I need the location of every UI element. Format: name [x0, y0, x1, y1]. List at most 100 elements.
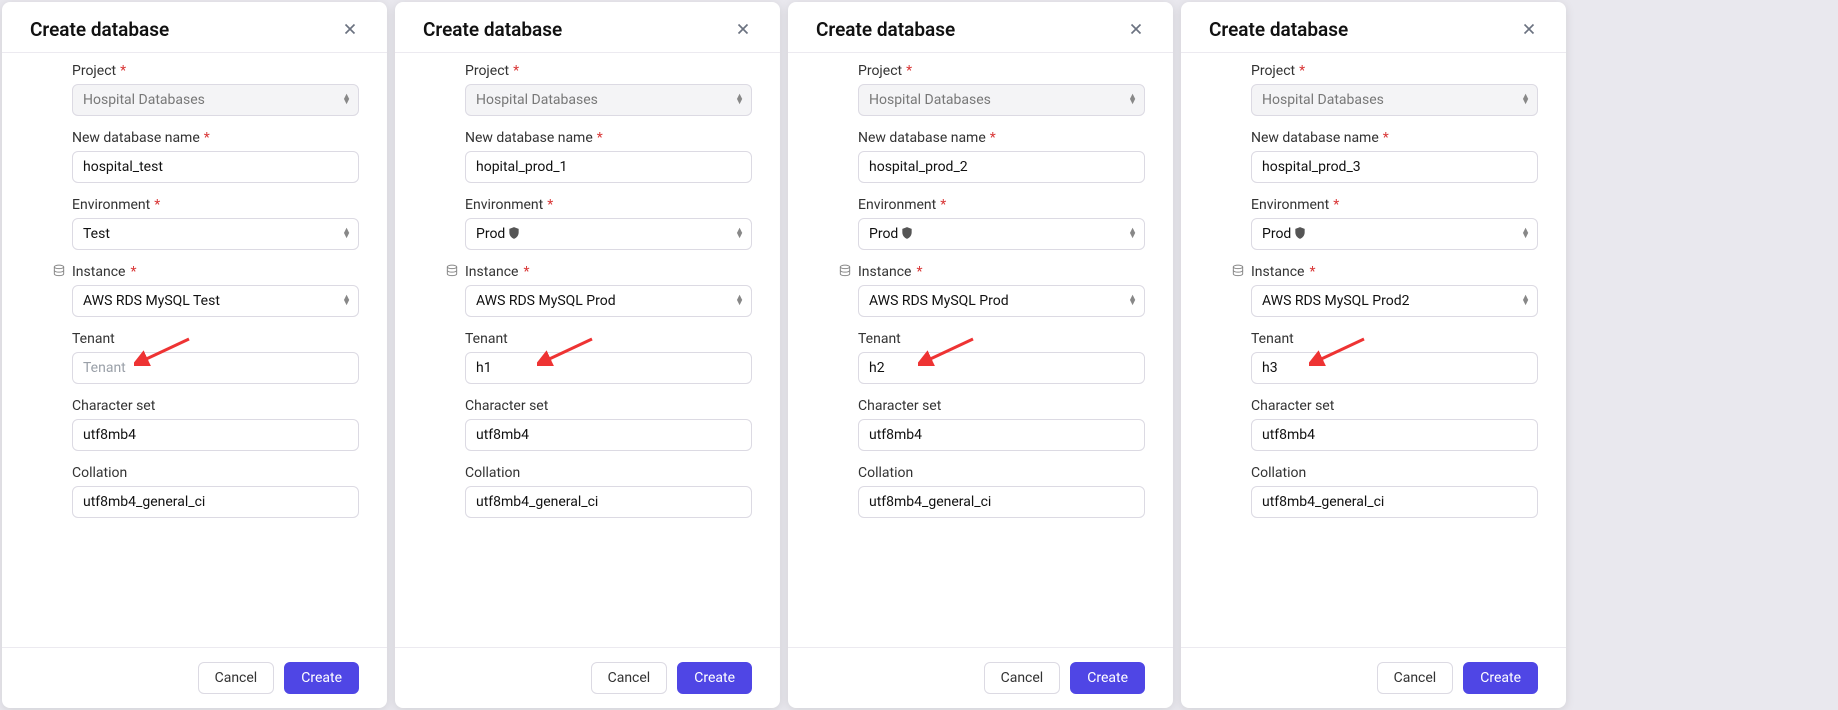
charset-input[interactable] [72, 419, 359, 451]
environment-select[interactable]: Prod [1251, 218, 1538, 250]
collation-label: Collation [465, 465, 752, 481]
collation-label: Collation [858, 465, 1145, 481]
create-database-modal: Create database Project* Hospital Databa… [788, 2, 1173, 708]
dbname-input[interactable] [858, 151, 1145, 183]
modal-title: Create database [816, 18, 955, 41]
instance-select[interactable]: AWS RDS MySQL Prod [858, 285, 1145, 317]
instance-field: Instance* AWS RDS MySQL Prod ▲▼ [465, 264, 752, 317]
collation-input[interactable] [1251, 486, 1538, 518]
charset-field: Character set [1251, 398, 1538, 451]
environment-field: Environment* Prod ▲▼ [1251, 197, 1538, 250]
instance-field: Instance* AWS RDS MySQL Prod2 ▲▼ [1251, 264, 1538, 317]
collation-input[interactable] [465, 486, 752, 518]
close-button[interactable] [337, 16, 363, 42]
instance-field: Instance* AWS RDS MySQL Test ▲▼ [72, 264, 359, 317]
instance-label: Instance* [858, 264, 1145, 280]
environment-label: Environment* [72, 197, 359, 213]
modal-footer: Cancel Create [788, 647, 1173, 708]
project-select[interactable]: Hospital Databases [72, 84, 359, 116]
charset-label: Character set [465, 398, 752, 414]
collation-field: Collation [72, 465, 359, 518]
project-label: Project* [1251, 63, 1538, 79]
dbname-input[interactable] [1251, 151, 1538, 183]
create-button[interactable]: Create [1070, 662, 1145, 694]
instance-select[interactable]: AWS RDS MySQL Prod [465, 285, 752, 317]
project-field: Project* Hospital Databases ▲▼ [465, 63, 752, 116]
project-select[interactable]: Hospital Databases [465, 84, 752, 116]
modal-body: Project* Hospital Databases ▲▼ New datab… [1181, 53, 1566, 647]
dbname-input[interactable] [465, 151, 752, 183]
shield-icon [1291, 226, 1307, 242]
database-icon [1231, 264, 1245, 282]
close-icon [734, 20, 752, 38]
collation-label: Collation [1251, 465, 1538, 481]
dbname-field: New database name* [72, 130, 359, 183]
tenant-label: Tenant [858, 331, 1145, 347]
close-button[interactable] [730, 16, 756, 42]
modal-body: Project* Hospital Databases ▲▼ New datab… [2, 53, 387, 647]
create-button[interactable]: Create [677, 662, 752, 694]
instance-label: Instance* [72, 264, 359, 280]
environment-label: Environment* [858, 197, 1145, 213]
dbname-input[interactable] [72, 151, 359, 183]
tenant-field: Tenant [1251, 331, 1538, 384]
tenant-field: Tenant [465, 331, 752, 384]
collation-field: Collation [858, 465, 1145, 518]
shield-icon [898, 226, 914, 242]
charset-input[interactable] [1251, 419, 1538, 451]
shield-icon [505, 226, 521, 242]
create-button[interactable]: Create [1463, 662, 1538, 694]
tenant-input[interactable] [858, 352, 1145, 384]
dbname-field: New database name* [858, 130, 1145, 183]
charset-input[interactable] [465, 419, 752, 451]
instance-select[interactable]: AWS RDS MySQL Prod2 [1251, 285, 1538, 317]
cancel-button[interactable]: Cancel [984, 662, 1061, 694]
dbname-label: New database name* [465, 130, 752, 146]
tenant-input[interactable] [465, 352, 752, 384]
database-icon [52, 264, 66, 282]
close-button[interactable] [1123, 16, 1149, 42]
cancel-button[interactable]: Cancel [1377, 662, 1454, 694]
collation-label: Collation [72, 465, 359, 481]
project-label: Project* [465, 63, 752, 79]
create-button[interactable]: Create [284, 662, 359, 694]
charset-input[interactable] [858, 419, 1145, 451]
environment-select[interactable]: Prod [465, 218, 752, 250]
environment-field: Environment* Test ▲▼ [72, 197, 359, 250]
cancel-button[interactable]: Cancel [198, 662, 275, 694]
collation-input[interactable] [858, 486, 1145, 518]
modal-header: Create database [395, 2, 780, 53]
modal-footer: Cancel Create [2, 647, 387, 708]
database-icon [445, 264, 459, 282]
modal-body: Project* Hospital Databases ▲▼ New datab… [788, 53, 1173, 647]
modal-header: Create database [1181, 2, 1566, 53]
tenant-label: Tenant [1251, 331, 1538, 347]
modal-body: Project* Hospital Databases ▲▼ New datab… [395, 53, 780, 647]
close-button[interactable] [1516, 16, 1542, 42]
environment-label: Environment* [465, 197, 752, 213]
environment-select[interactable]: Prod [858, 218, 1145, 250]
project-label: Project* [72, 63, 359, 79]
environment-select[interactable]: Test [72, 218, 359, 250]
tenant-input[interactable] [1251, 352, 1538, 384]
project-select[interactable]: Hospital Databases [1251, 84, 1538, 116]
tenant-field: Tenant [858, 331, 1145, 384]
dbname-label: New database name* [858, 130, 1145, 146]
modal-footer: Cancel Create [395, 647, 780, 708]
cancel-button[interactable]: Cancel [591, 662, 668, 694]
modal-header: Create database [788, 2, 1173, 53]
charset-label: Character set [72, 398, 359, 414]
collation-input[interactable] [72, 486, 359, 518]
charset-field: Character set [465, 398, 752, 451]
collation-field: Collation [465, 465, 752, 518]
tenant-label: Tenant [72, 331, 359, 347]
project-field: Project* Hospital Databases ▲▼ [72, 63, 359, 116]
tenant-input[interactable] [72, 352, 359, 384]
modal-title: Create database [423, 18, 562, 41]
environment-field: Environment* Prod ▲▼ [858, 197, 1145, 250]
environment-field: Environment* Prod ▲▼ [465, 197, 752, 250]
dbname-label: New database name* [1251, 130, 1538, 146]
project-select[interactable]: Hospital Databases [858, 84, 1145, 116]
modal-header: Create database [2, 2, 387, 53]
instance-select[interactable]: AWS RDS MySQL Test [72, 285, 359, 317]
